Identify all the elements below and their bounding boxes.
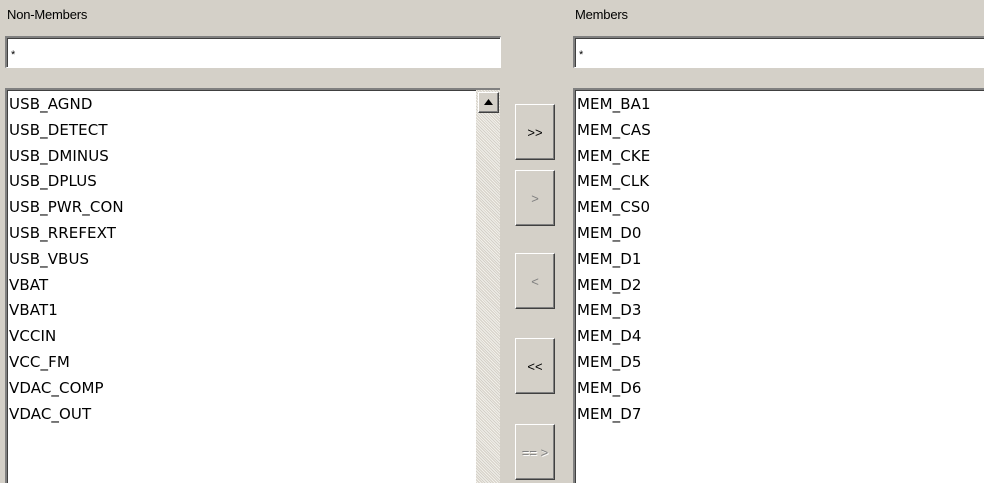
members-label: Members xyxy=(575,7,628,22)
triangle-up-icon xyxy=(484,99,493,105)
list-item[interactable]: MEM_D1 xyxy=(575,247,984,273)
list-item[interactable]: USB_VBUS xyxy=(7,247,477,273)
non-members-filter-input[interactable] xyxy=(5,36,501,68)
list-item[interactable]: MEM_D6 xyxy=(575,376,984,402)
non-members-list[interactable]: USB_AGND USB_DETECT USB_DMINUS USB_DPLUS USB… xyxy=(5,88,500,483)
list-item[interactable]: MEM_D4 xyxy=(575,324,984,350)
remove-all-button[interactable]: << xyxy=(515,338,555,394)
members-filter-input[interactable] xyxy=(573,36,984,68)
list-item[interactable]: VDAC_COMP xyxy=(7,376,477,402)
list-item[interactable]: USB_RREFEXT xyxy=(7,221,477,247)
member-selection-dialog: Non-Members Members USB_AGNDUSB_DETECTUS… xyxy=(0,0,984,483)
list-item[interactable]: USB_DETECT xyxy=(7,118,477,144)
add-matching-button[interactable]: == > xyxy=(515,424,555,480)
list-item[interactable]: MEM_CLK xyxy=(575,169,984,195)
list-item[interactable]: MEM_D3 xyxy=(575,298,984,324)
remove-selected-button[interactable]: < xyxy=(515,253,555,309)
list-item[interactable]: VBAT xyxy=(7,273,477,299)
list-item[interactable]: USB_PWR_CON xyxy=(7,195,477,221)
add-selected-button[interactable]: > xyxy=(515,170,555,226)
list-item[interactable]: MEM_D0 xyxy=(575,221,984,247)
non-members-scrollbar[interactable] xyxy=(476,90,500,483)
list-item[interactable]: MEM_D5 xyxy=(575,350,984,376)
list-item[interactable]: USB_DPLUS xyxy=(7,169,477,195)
list-item[interactable]: MEM_CKE xyxy=(575,144,984,170)
list-item[interactable]: MEM_D7 xyxy=(575,402,984,428)
list-item[interactable]: MEM_CS0 xyxy=(575,195,984,221)
list-item[interactable]: MEM_D2 xyxy=(575,273,984,299)
list-item[interactable]: VDAC_OUT xyxy=(7,402,477,428)
members-list[interactable]: MEM_BA1 MEM_CAS MEM_CKE MEM_CLK MEM_CS0 MEM_D… xyxy=(573,88,984,483)
list-item[interactable]: USB_AGND xyxy=(7,92,477,118)
list-item[interactable]: VBAT1 xyxy=(7,298,477,324)
list-item[interactable]: VCC_FM xyxy=(7,350,477,376)
list-item[interactable]: MEM_CAS xyxy=(575,118,984,144)
list-item[interactable]: VCCIN xyxy=(7,324,477,350)
non-members-label: Non-Members xyxy=(7,7,88,22)
list-item[interactable]: USB_DMINUS xyxy=(7,144,477,170)
scroll-up-button[interactable] xyxy=(478,92,499,113)
list-item[interactable]: MEM_BA1 xyxy=(575,92,984,118)
add-all-button[interactable]: >> xyxy=(515,104,555,160)
